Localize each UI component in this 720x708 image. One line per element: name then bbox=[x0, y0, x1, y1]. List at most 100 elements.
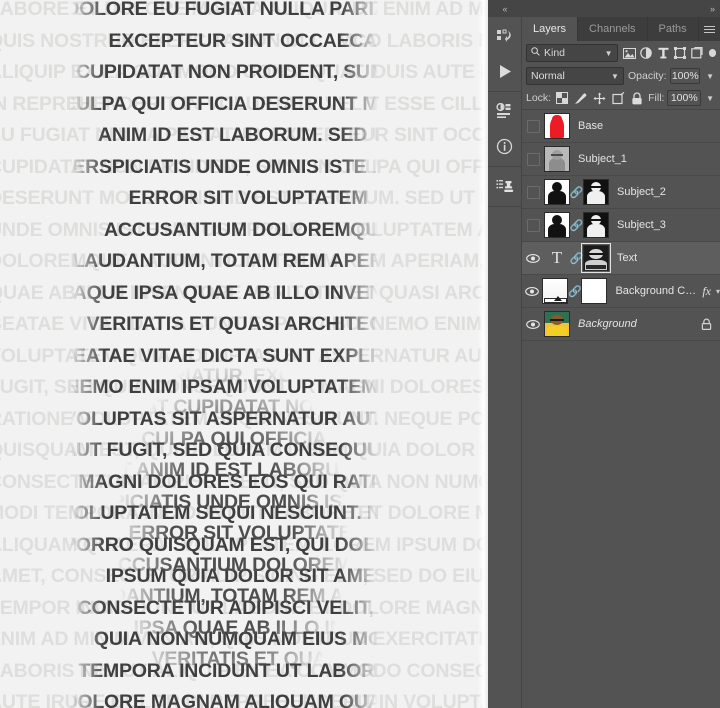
layer-name[interactable]: Text bbox=[617, 252, 637, 264]
panel-expand-button[interactable]: » bbox=[710, 4, 715, 14]
layer-thumbnail[interactable] bbox=[544, 113, 570, 139]
layer-thumbnails bbox=[544, 146, 570, 172]
layer-thumbnail[interactable] bbox=[544, 146, 570, 172]
lock-row: Lock: Fill: 100% ▼ bbox=[522, 87, 720, 110]
blend-mode-row: Normal ▼ Opacity: 100% ▼ bbox=[522, 65, 720, 87]
eye-off-icon bbox=[526, 218, 540, 232]
layer-visibility-toggle[interactable] bbox=[522, 110, 544, 143]
layer-visibility-toggle[interactable] bbox=[522, 209, 544, 242]
dock-icon-rail: « bbox=[487, 0, 522, 708]
filter-adjustment-icon[interactable] bbox=[638, 44, 655, 62]
eye-on-icon bbox=[525, 284, 540, 299]
lock-artboard-nesting-icon[interactable] bbox=[611, 90, 627, 106]
clone-source-icon[interactable] bbox=[492, 173, 518, 199]
right-dock: « » Layers Channels Paths Kind ▼ Normal … bbox=[487, 0, 720, 708]
layer-locked-icon bbox=[701, 318, 712, 330]
fill-value: 100% bbox=[670, 92, 698, 104]
layer-row-background[interactable]: Background bbox=[522, 308, 720, 341]
layer-row-subject-1[interactable]: Subject_1 bbox=[522, 143, 720, 176]
eye-on-icon bbox=[526, 317, 541, 332]
layer-visibility-toggle[interactable] bbox=[522, 143, 544, 176]
layer-thumbnails: 🔗 bbox=[544, 212, 609, 238]
layer-name[interactable]: Background Color bbox=[615, 285, 697, 297]
layer-thumbnail[interactable] bbox=[544, 311, 570, 337]
layer-thumbnail-type-icon[interactable]: T bbox=[544, 245, 570, 271]
chevron-down-icon: ▼ bbox=[611, 71, 619, 81]
layer-thumbnails: 🔗 bbox=[542, 278, 608, 304]
layer-thumbnail[interactable] bbox=[544, 179, 570, 205]
opacity-label: Opacity: bbox=[627, 70, 667, 82]
filter-pixel-icon[interactable] bbox=[621, 44, 638, 62]
layer-effects-chevron-icon[interactable]: ▾ bbox=[716, 287, 720, 296]
layer-row-subject-3[interactable]: 🔗 Subject_3 bbox=[522, 209, 720, 242]
layer-effects-fx-icon[interactable]: fx bbox=[702, 284, 711, 299]
layer-thumbnail[interactable] bbox=[542, 278, 569, 304]
opacity-input[interactable]: 100% bbox=[670, 68, 701, 84]
lock-image-pixels-icon[interactable] bbox=[573, 90, 589, 106]
rail-collapse-button[interactable]: « bbox=[487, 0, 522, 17]
layer-filter-kind-value: Kind bbox=[544, 47, 566, 59]
layer-name[interactable]: Subject_2 bbox=[617, 186, 666, 198]
layer-mask-link-icon[interactable]: 🔗 bbox=[570, 219, 584, 232]
layer-visibility-toggle[interactable] bbox=[522, 242, 544, 275]
layer-name[interactable]: Background bbox=[578, 318, 637, 330]
layer-thumbnails: 🔗 bbox=[544, 179, 609, 205]
layer-visibility-toggle[interactable] bbox=[522, 308, 544, 341]
eye-off-icon bbox=[526, 119, 540, 133]
layer-mask-thumbnail[interactable] bbox=[583, 179, 609, 205]
opacity-stepper-chevron-icon[interactable]: ▼ bbox=[704, 72, 716, 81]
layer-mask-thumbnail[interactable] bbox=[581, 278, 608, 304]
layer-mask-link-icon[interactable]: 🔗 bbox=[568, 285, 582, 298]
blend-mode-select[interactable]: Normal ▼ bbox=[526, 67, 624, 85]
layer-mask-link-icon[interactable]: 🔗 bbox=[570, 186, 584, 199]
play-action-icon[interactable] bbox=[492, 58, 518, 84]
layer-thumbnail[interactable] bbox=[544, 212, 570, 238]
info-icon[interactable] bbox=[492, 133, 518, 159]
eye-on-icon bbox=[526, 251, 541, 266]
layer-mask-link-icon[interactable]: 🔗 bbox=[570, 252, 584, 265]
fill-label: Fill: bbox=[648, 92, 665, 104]
layer-mask-thumbnail[interactable] bbox=[581, 243, 611, 273]
libraries-icon[interactable] bbox=[492, 23, 518, 49]
document-canvas[interactable]: LABORE ET DOLORE MAGNA ALIQUA. UT ENIM A… bbox=[0, 0, 488, 708]
adjustments-icon[interactable] bbox=[492, 98, 518, 124]
tab-paths[interactable]: Paths bbox=[648, 17, 699, 41]
canvas-foreground-text-lower: DUIS AUTE IRURE DOLOR IN REPREHENDERIT I… bbox=[59, 270, 442, 670]
rail-group-1 bbox=[487, 17, 522, 92]
lock-all-icon[interactable] bbox=[629, 90, 645, 106]
layer-visibility-toggle[interactable] bbox=[522, 176, 544, 209]
lock-position-icon[interactable] bbox=[592, 90, 608, 106]
layer-row-subject-2[interactable]: 🔗 Subject_2 bbox=[522, 176, 720, 209]
chevron-down-icon: ▼ bbox=[604, 48, 613, 58]
layer-mask-thumbnail[interactable] bbox=[583, 212, 609, 238]
fill-input[interactable]: 100% bbox=[667, 90, 702, 106]
filter-shape-icon[interactable] bbox=[672, 44, 689, 62]
layers-list[interactable]: Base Subject_1 🔗 Subject_2 🔗 Subject_3 T… bbox=[522, 110, 720, 341]
tab-paths-label: Paths bbox=[658, 23, 687, 35]
layer-name[interactable]: Base bbox=[578, 120, 603, 132]
layer-row-text[interactable]: T 🔗 Text bbox=[522, 242, 720, 275]
tab-layers[interactable]: Layers bbox=[522, 17, 579, 41]
tab-channels-label: Channels bbox=[589, 23, 636, 35]
panel-menu-icon[interactable] bbox=[699, 17, 720, 41]
layer-filter-toggle[interactable] bbox=[708, 49, 716, 57]
tab-channels[interactable]: Channels bbox=[578, 17, 648, 41]
filter-smartobject-icon[interactable] bbox=[689, 44, 706, 62]
layer-name[interactable]: Subject_1 bbox=[578, 153, 627, 165]
layer-filter-kind-select[interactable]: Kind ▼ bbox=[526, 44, 618, 62]
panel-collapse-bar[interactable]: » bbox=[522, 0, 720, 17]
eye-off-icon bbox=[526, 152, 540, 166]
layer-row-background-color[interactable]: 🔗 Background Color fx ▾ bbox=[522, 275, 720, 308]
layer-filter-row: Kind ▼ bbox=[522, 41, 720, 65]
filter-type-icon[interactable] bbox=[655, 44, 672, 62]
fill-stepper-chevron-icon[interactable]: ▼ bbox=[704, 94, 716, 103]
lock-transparent-pixels-icon[interactable] bbox=[554, 90, 570, 106]
canvas-text-mask-lower: DUIS AUTE IRURE DOLOR IN REPREHENDERIT I… bbox=[0, 0, 488, 708]
layer-name[interactable]: Subject_3 bbox=[617, 219, 666, 231]
layer-visibility-toggle[interactable] bbox=[522, 275, 542, 308]
layer-thumbnails: T 🔗 bbox=[544, 243, 611, 273]
rail-group-2 bbox=[487, 92, 522, 167]
layer-row-base[interactable]: Base bbox=[522, 110, 720, 143]
canvas-page-edge bbox=[478, 0, 488, 708]
layer-filter-icons bbox=[621, 44, 706, 62]
